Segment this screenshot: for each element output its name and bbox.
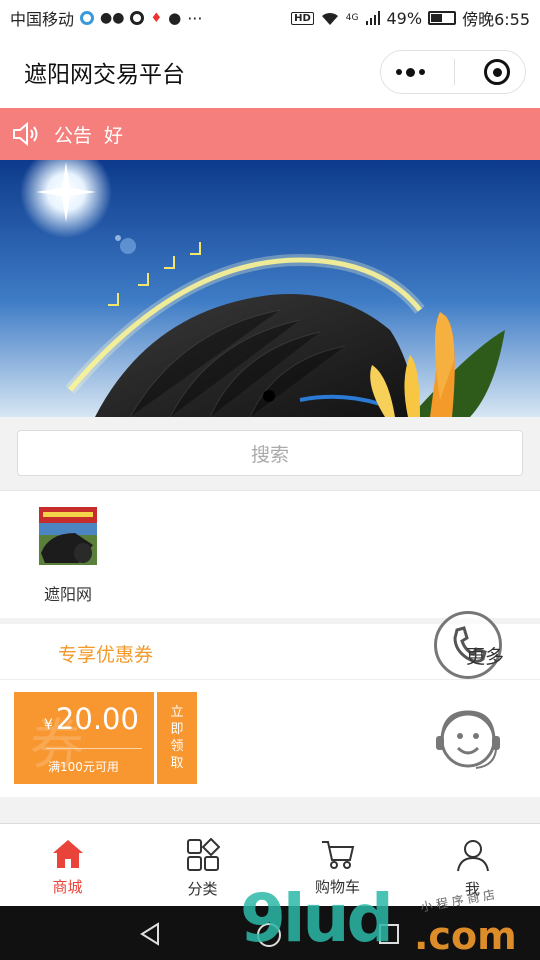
section-spacer: [0, 797, 540, 823]
coupon-value: 20.00: [55, 702, 139, 736]
search-section: 搜索: [0, 417, 540, 490]
more-label[interactable]: 更多: [466, 642, 504, 669]
coupon-amount: ¥20.00: [44, 702, 139, 736]
customer-service-icon[interactable]: [432, 704, 504, 776]
more-notifications-icon: ···: [187, 8, 203, 28]
message-icon: ●: [168, 9, 182, 27]
search-input[interactable]: 搜索: [17, 430, 523, 476]
claim-coupon-button[interactable]: 立即领取: [157, 692, 197, 784]
location-icon: ♦: [150, 10, 163, 26]
clock: 傍晚6:55: [462, 10, 530, 29]
status-bar: 中国移动 ●● ♦ ● ··· HD 4G 49% 傍晚6:55: [0, 0, 540, 36]
search-app-icon: [130, 11, 145, 25]
announcement-bar[interactable]: 公告 好: [0, 108, 540, 160]
back-icon[interactable]: [138, 922, 162, 946]
tab-label: 分类: [187, 880, 218, 898]
more-options-icon[interactable]: [395, 67, 425, 77]
capsule-menu: [380, 50, 526, 94]
banner-illustration: [0, 160, 540, 417]
coupon-card[interactable]: 券 ¥20.00 满100元可用 立即领取: [14, 692, 197, 784]
category-grid: 遮阳网: [0, 490, 540, 618]
nav-bar: 遮阳网交易平台: [0, 36, 540, 108]
carrier-name: 中国移动: [10, 10, 75, 29]
speaker-icon: [13, 122, 38, 146]
site-watermark-logo: 9lud: [240, 880, 394, 957]
signal-icon: [365, 11, 380, 25]
coupon-section-title: 专享优惠券: [58, 644, 154, 666]
mini-program-page: 中国移动 ●● ♦ ● ··· HD 4G 49% 傍晚6:55 遮阳网交易平台: [0, 0, 540, 960]
category-item[interactable]: 遮阳网: [36, 507, 100, 605]
category-label: 遮阳网: [43, 585, 92, 604]
network-type: 4G: [345, 13, 359, 23]
tab-mall[interactable]: 商城: [0, 824, 135, 906]
status-right: HD 4G 49% 傍晚6:55: [291, 6, 530, 30]
announcement-text: 好: [104, 124, 124, 147]
status-left: 中国移动 ●● ♦ ● ···: [10, 6, 202, 30]
shade-net-product-image: [39, 507, 97, 565]
battery-icon: [428, 11, 457, 25]
currency-symbol: ¥: [44, 717, 53, 733]
close-miniprogram-icon[interactable]: [484, 59, 511, 85]
coupon-condition: 满100元可用: [48, 760, 119, 774]
page-title: 遮阳网交易平台: [24, 62, 185, 88]
hd-icon: HD: [291, 11, 314, 25]
user-icon: [456, 840, 489, 872]
wechat-icon: ●●: [100, 10, 125, 26]
tab-label: 商城: [52, 878, 83, 896]
category-icon: [186, 838, 220, 871]
site-watermark-domain: .com: [414, 914, 517, 958]
cart-icon: [321, 841, 354, 869]
claim-coupon-label: 立即领取: [170, 705, 184, 771]
banner-image[interactable]: [0, 160, 540, 417]
home-icon: [52, 840, 83, 868]
qq-icon: [80, 11, 95, 25]
battery-percent: 49%: [386, 8, 423, 28]
capsule-divider: [453, 59, 455, 85]
announcement-label: 公告: [54, 124, 93, 147]
coupon-main: 券 ¥20.00 满100元可用: [14, 692, 154, 784]
coupon-divider: [46, 748, 142, 749]
wifi-icon: [321, 12, 338, 25]
